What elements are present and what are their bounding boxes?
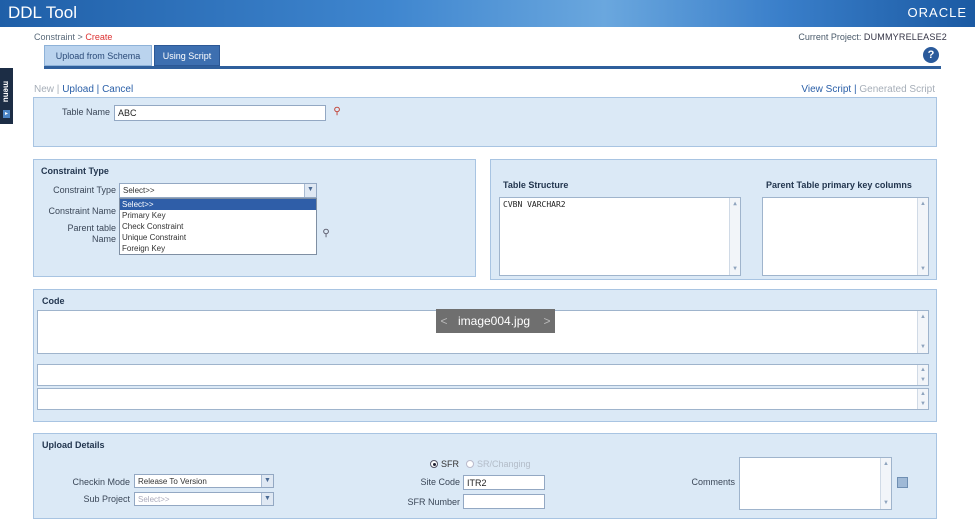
image-caption: image004.jpg: [458, 314, 531, 328]
oracle-logo: ORACLE: [907, 5, 967, 20]
upload-details-title: Upload Details: [42, 440, 105, 450]
site-code-input[interactable]: ITR2: [463, 475, 545, 490]
title-bar: [0, 0, 975, 27]
sub-project-select[interactable]: Select>> ▼: [134, 492, 274, 506]
scrollbar[interactable]: ▲ ▼: [880, 458, 891, 509]
table-structure-textarea[interactable]: CVBN VARCHAR2 ▲ ▼: [499, 197, 741, 276]
breadcrumb-separator: >: [77, 32, 83, 42]
action-separator: |: [96, 84, 100, 95]
scrollbar[interactable]: ▲ ▼: [729, 198, 740, 275]
dropdown-option[interactable]: Check Constraint: [120, 221, 316, 232]
next-image-button[interactable]: >: [539, 309, 555, 333]
constraint-name-label: Constraint Name: [48, 206, 116, 216]
sub-project-value: Select>>: [138, 495, 170, 504]
sfr-radio-label: SFR: [441, 459, 459, 469]
dropdown-option[interactable]: Primary Key: [120, 210, 316, 221]
comments-label: Comments: [691, 477, 735, 487]
previous-image-button[interactable]: <: [436, 309, 452, 333]
scroll-up-icon[interactable]: ▲: [731, 200, 739, 208]
current-project-value: DUMMYRELEASE2: [863, 32, 947, 42]
parent-table-search-icon[interactable]: ⚲: [320, 228, 332, 240]
chevron-down-icon[interactable]: ▼: [261, 493, 273, 505]
scroll-down-icon[interactable]: ▼: [731, 265, 739, 273]
scroll-down-icon[interactable]: ▼: [919, 265, 927, 273]
action-separator: |: [56, 84, 60, 95]
code-textarea-2[interactable]: ▲ ▼: [37, 364, 929, 386]
cancel-link[interactable]: Cancel: [102, 84, 133, 95]
breadcrumb-parent[interactable]: Constraint: [34, 32, 75, 42]
constraint-type-select[interactable]: Select>> ▼: [119, 183, 317, 198]
view-script-link[interactable]: View Script: [801, 84, 851, 95]
action-links: New | Upload | Cancel: [34, 84, 133, 95]
checkin-mode-value: Release To Version: [138, 477, 207, 486]
tab-using-script[interactable]: Using Script: [154, 45, 220, 66]
table-name-label: Table Name: [61, 107, 110, 117]
sub-project-label: Sub Project: [83, 494, 130, 504]
scroll-down-icon[interactable]: ▼: [882, 499, 890, 507]
constraint-type-dropdown: Select>> Primary Key Check Constraint Un…: [119, 198, 317, 255]
parent-table-label: Parent table: [67, 223, 116, 233]
tab-upload-from-schema[interactable]: Upload from Schema: [44, 45, 152, 66]
scroll-down-icon[interactable]: ▼: [919, 376, 927, 384]
sr-radio-label: SR/Changing: [477, 459, 531, 469]
checkin-mode-label: Checkin Mode: [72, 477, 130, 487]
table-structure-title: Table Structure: [503, 180, 569, 190]
comments-edit-icon[interactable]: [897, 477, 908, 488]
scroll-up-icon[interactable]: ▲: [919, 313, 927, 321]
chevron-down-icon[interactable]: ▼: [304, 184, 316, 197]
scrollbar[interactable]: ▲ ▼: [917, 389, 928, 409]
current-project-label: Current Project:: [798, 32, 862, 42]
breadcrumb-current: Create: [85, 32, 113, 42]
menu-expand-icon[interactable]: ▸: [3, 110, 10, 118]
scroll-down-icon[interactable]: ▼: [919, 400, 927, 408]
help-icon[interactable]: ?: [923, 47, 939, 63]
parent-table-label-2: Name: [91, 234, 116, 244]
code-textarea-3[interactable]: ▲ ▼: [37, 388, 929, 410]
constraint-type-value: Select>>: [123, 186, 155, 195]
breadcrumb: Constraint > Create: [34, 32, 112, 42]
view-links: View Script | Generated Script: [801, 84, 935, 95]
checkin-mode-select[interactable]: Release To Version ▼: [134, 474, 274, 488]
site-code-label: Site Code: [420, 477, 460, 487]
scrollbar[interactable]: ▲ ▼: [917, 198, 928, 275]
new-link[interactable]: New: [34, 84, 54, 95]
dropdown-option[interactable]: Unique Constraint: [120, 232, 316, 243]
scrollbar[interactable]: ▲ ▼: [917, 311, 928, 353]
upload-link[interactable]: Upload: [62, 84, 94, 95]
dropdown-option[interactable]: Select>>: [120, 199, 316, 210]
table-search-icon[interactable]: ⚲: [331, 106, 343, 118]
scroll-up-icon[interactable]: ▲: [882, 460, 890, 468]
scroll-down-icon[interactable]: ▼: [919, 343, 927, 351]
current-project: Current Project: DUMMYRELEASE2: [798, 32, 947, 42]
sr-radio[interactable]: [466, 460, 474, 468]
sfr-radio[interactable]: [430, 460, 438, 468]
scroll-up-icon[interactable]: ▲: [919, 390, 927, 398]
scroll-up-icon[interactable]: ▲: [919, 366, 927, 374]
constraint-type-label: Constraint Type: [53, 185, 116, 195]
code-title: Code: [42, 296, 65, 306]
constraint-section-title: Constraint Type: [41, 166, 109, 176]
table-structure-content: CVBN VARCHAR2: [503, 200, 566, 209]
comments-textarea[interactable]: ▲ ▼: [739, 457, 892, 510]
parent-pk-textarea[interactable]: ▲ ▼: [762, 197, 929, 276]
sfr-number-label: SFR Number: [407, 497, 460, 507]
image-caption-overlay: < image004.jpg >: [436, 309, 555, 333]
scrollbar[interactable]: ▲ ▼: [917, 365, 928, 385]
table-name-input[interactable]: ABC: [114, 105, 326, 121]
chevron-down-icon[interactable]: ▼: [261, 475, 273, 487]
parent-pk-title: Parent Table primary key columns: [766, 180, 912, 190]
dropdown-option[interactable]: Foreign Key: [120, 243, 316, 254]
scroll-up-icon[interactable]: ▲: [919, 200, 927, 208]
app-title: DDL Tool: [8, 3, 77, 22]
tab-underline: [44, 66, 941, 69]
sfr-number-input[interactable]: [463, 494, 545, 509]
view-separator: |: [854, 84, 857, 95]
generated-script-link[interactable]: Generated Script: [859, 84, 935, 95]
